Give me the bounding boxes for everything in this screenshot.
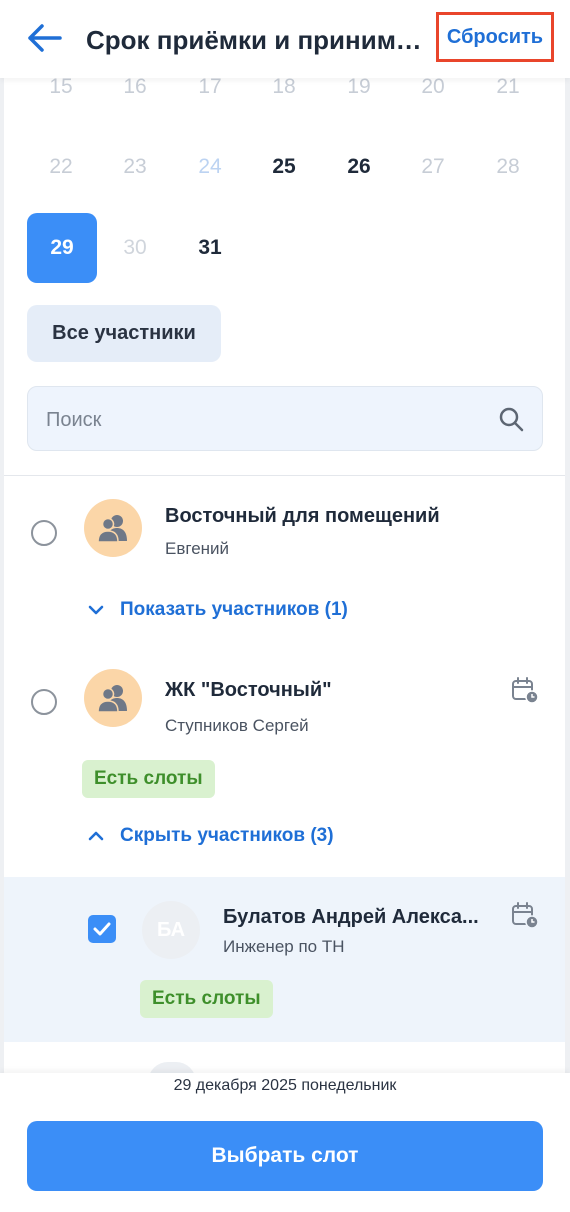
calendar-day-today: 24	[198, 155, 222, 178]
header-bar: Срок приёмки и принимающие Сбросить	[0, 0, 570, 78]
calendar-day: 22	[49, 155, 73, 178]
back-arrow-icon[interactable]	[26, 22, 64, 54]
member-role: Инженер по ТН	[223, 937, 345, 956]
group-name: Восточный для помещений	[165, 505, 440, 527]
calendar-day[interactable]: 31	[175, 213, 245, 283]
calendar-clock-icon[interactable]	[510, 675, 540, 705]
slots-available-badge: Есть слоты	[82, 760, 215, 798]
selected-date-label: 29 декабря 2025 понедельник	[173, 1077, 397, 1094]
member-name: Булатов Андрей Алекса...	[223, 906, 479, 928]
show-participants-toggle[interactable]: Показать участников (1)	[88, 599, 348, 621]
group-subtitle: Евгений	[165, 539, 230, 558]
calendar-day: 30	[123, 236, 147, 259]
calendar-day[interactable]: 25	[249, 132, 319, 202]
reset-button[interactable]: Сбросить	[436, 12, 554, 62]
right-edge	[565, 0, 570, 1212]
group-name: ЖК "Восточный"	[165, 679, 332, 701]
toggle-label: Скрыть участников (3)	[120, 825, 334, 846]
group-avatar-icon	[84, 669, 142, 727]
hide-participants-toggle[interactable]: Скрыть участников (3)	[88, 825, 334, 847]
slots-available-badge: Есть слоты	[140, 980, 273, 1018]
calendar-day: 28	[496, 155, 520, 178]
member-row[interactable]	[4, 877, 565, 1042]
chevron-down-icon	[88, 599, 104, 621]
page-title: Срок приёмки и принимающие	[86, 25, 431, 55]
calendar-day[interactable]: 26	[324, 132, 394, 202]
search-box[interactable]	[27, 386, 543, 451]
group-subtitle: Ступников Сергей	[165, 716, 309, 735]
all-participants-filter[interactable]: Все участники	[27, 305, 221, 362]
chevron-up-icon	[88, 825, 104, 847]
select-slot-button[interactable]: Выбрать слот	[27, 1121, 543, 1191]
toggle-label: Показать участников (1)	[120, 599, 348, 620]
calendar-clock-icon[interactable]	[510, 900, 540, 930]
search-icon[interactable]	[498, 406, 524, 437]
member-checkbox[interactable]	[88, 915, 116, 943]
calendar-day-selected[interactable]: 29	[27, 213, 97, 283]
calendar-day: 27	[421, 155, 445, 178]
search-input[interactable]	[44, 403, 468, 437]
divider	[4, 475, 565, 476]
group-avatar-icon	[84, 499, 142, 557]
group-radio[interactable]	[31, 520, 57, 546]
group-radio[interactable]	[31, 689, 57, 715]
calendar-day: 23	[123, 155, 147, 178]
member-avatar: БА	[142, 901, 200, 959]
